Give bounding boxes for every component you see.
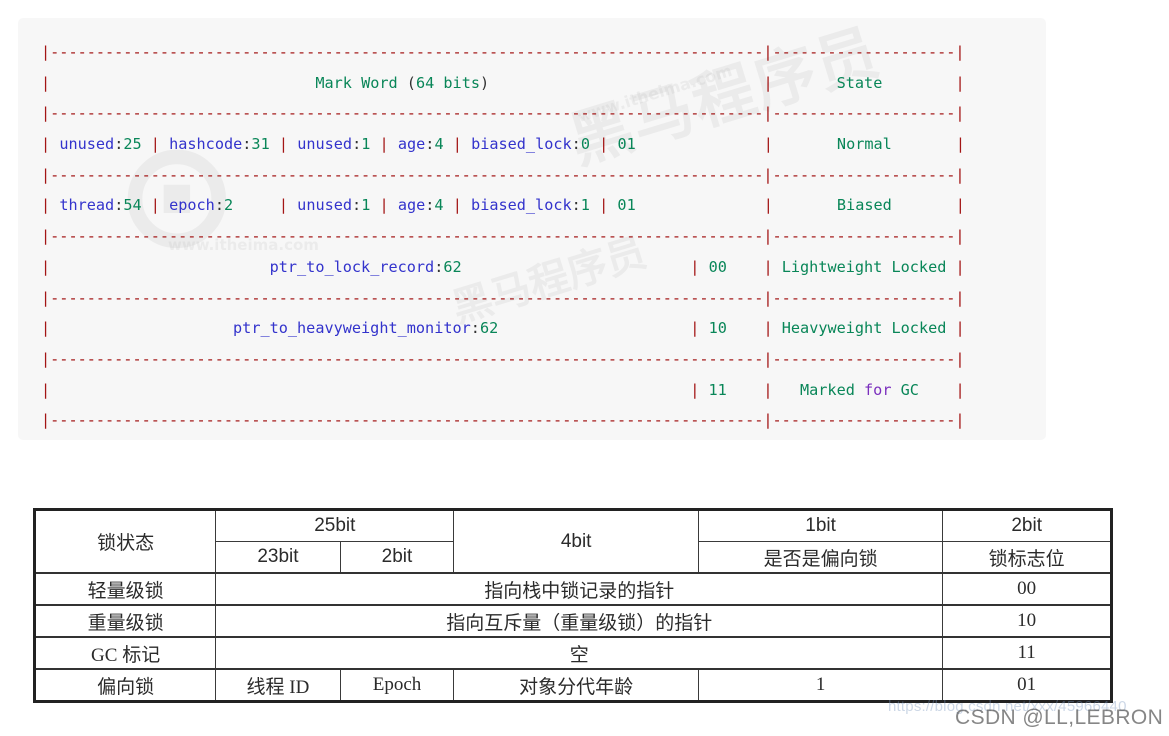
lock-state-table-container: 锁状态 25bit 4bit 1bit 2bit 23bit 2bit 是否是偏… [32, 508, 1113, 720]
table-row: 轻量级锁 指向栈中锁记录的指针 00 [32, 572, 1113, 606]
header-4bit: 4bit [453, 508, 699, 574]
table-row: 偏向锁 线程 ID Epoch 对象分代年龄 1 01 [32, 668, 1113, 703]
table-row: 重量级锁 指向互斥量（重量级锁）的指针 10 [32, 604, 1113, 638]
row-desc-gc: 空 [215, 636, 944, 670]
table-header-row-1: 锁状态 25bit 4bit 1bit 2bit [32, 508, 1113, 574]
row-flag-gc: 11 [942, 636, 1113, 670]
row-flag-lightweight: 00 [942, 572, 1113, 606]
header-25bit: 25bit [215, 508, 455, 542]
lock-state-table: 锁状态 25bit 4bit 1bit 2bit 23bit 2bit 是否是偏… [32, 508, 1113, 703]
row-biased-flag-1: 1 [697, 668, 944, 703]
row-flag-heavyweight: 10 [942, 604, 1113, 638]
row-biased-thread-id: 线程 ID [215, 668, 341, 703]
row-state-heavyweight: 重量级锁 [32, 604, 217, 638]
code-block[interactable]: ⊙ 黑马程序员 www.itheima.com www.itheima.com … [18, 18, 1046, 440]
header-2bit-sub: 2bit [339, 541, 455, 574]
row-biased-age: 对象分代年龄 [453, 668, 699, 703]
table-row: GC 标记 空 11 [32, 636, 1113, 670]
header-lock-flag-bits: 锁标志位 [942, 541, 1113, 574]
row-flag-biased: 01 [942, 668, 1113, 703]
header-23bit: 23bit [215, 541, 341, 574]
row-state-gc: GC 标记 [32, 636, 217, 670]
row-desc-lightweight: 指向栈中锁记录的指针 [215, 572, 944, 606]
header-1bit: 1bit [697, 508, 944, 542]
row-state-biased: 偏向锁 [32, 668, 217, 703]
row-biased-epoch: Epoch [339, 668, 455, 703]
markword-ascii-diagram: |---------------------------------------… [41, 43, 965, 430]
header-2bit: 2bit [942, 508, 1113, 542]
row-desc-heavyweight: 指向互斥量（重量级锁）的指针 [215, 604, 944, 638]
header-is-biased-lock: 是否是偏向锁 [697, 541, 944, 574]
row-state-lightweight: 轻量级锁 [32, 572, 217, 606]
header-lock-state: 锁状态 [32, 508, 217, 574]
